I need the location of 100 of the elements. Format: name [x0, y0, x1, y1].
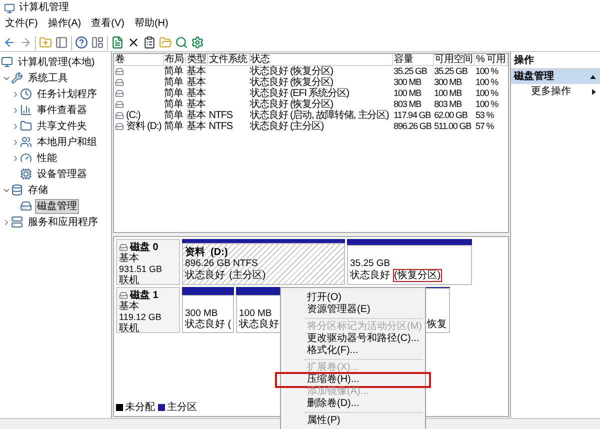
forward-icon[interactable]: [19, 36, 32, 49]
table-cell: 300 MB: [394, 77, 422, 87]
partition-bar: [182, 287, 234, 295]
context-menu-item[interactable]: 资源管理器(E): [277, 304, 429, 316]
partition-status: 状态良好 (: [185, 319, 232, 330]
computer-icon: [1, 56, 13, 68]
app-icon: [4, 2, 15, 14]
context-menu-item[interactable]: 属性(P): [277, 415, 429, 427]
action-item[interactable]: 磁盘管理: [511, 69, 600, 84]
partition-type: (主分区): [228, 269, 267, 282]
tree-item[interactable]: 事件查看器: [35, 102, 89, 118]
disk-type: 基本: [119, 253, 140, 264]
partition-size: 896.26 GB NTFS: [185, 258, 258, 269]
action-item[interactable]: 更多操作: [511, 84, 600, 99]
menu-item[interactable]: 文件(F): [2, 18, 41, 30]
disk-name: 磁盘 0: [130, 242, 158, 253]
window-title: 计算机管理: [19, 2, 69, 14]
disk-state: 联机: [119, 323, 140, 334]
table-cell: 简单: [164, 110, 184, 121]
drive-icon: [115, 78, 124, 87]
table-cell: 100 %: [476, 88, 498, 98]
partition-type: (恢复分区): [393, 269, 442, 282]
menu-item[interactable]: 帮助(H): [131, 18, 172, 30]
document-icon[interactable]: [111, 36, 124, 49]
context-menu-item[interactable]: 格式化(F)...: [277, 345, 429, 357]
tree-item[interactable]: 性能: [35, 150, 59, 166]
drive-icon: [115, 122, 124, 131]
submenu-arrow-icon: [592, 88, 596, 94]
table-cell: 100 MB: [434, 88, 462, 98]
legend-label: 主分区: [167, 402, 197, 413]
table-cell: 117.94 GB: [394, 110, 431, 120]
tree-item[interactable]: 系统工具: [26, 70, 70, 86]
tree-item[interactable]: 存储: [26, 182, 50, 198]
table-cell: 状态良好 (恢复分区): [250, 99, 334, 110]
tree-item[interactable]: 磁盘管理: [35, 198, 79, 214]
table-cell: 状态良好 (主分区): [250, 121, 324, 132]
table-cell: 基本: [186, 77, 206, 88]
table-cell: 基本: [186, 110, 206, 121]
users-icon: [20, 136, 32, 148]
table-cell: 35.25 GB: [394, 66, 427, 76]
menu-item[interactable]: 查看(V): [88, 18, 128, 30]
table-cell: 基本: [186, 121, 206, 132]
table-cell: 简单: [164, 66, 184, 77]
panel-icon[interactable]: [55, 36, 68, 49]
context-menu-item[interactable]: 打开(O): [277, 292, 429, 304]
tree-item[interactable]: 共享文件夹: [35, 118, 89, 134]
database-icon: [11, 184, 23, 196]
table-cell: 基本: [186, 66, 206, 77]
context-menu-item[interactable]: 删除卷(D)...: [277, 398, 429, 410]
panel-icon[interactable]: [91, 36, 104, 49]
disk-type: 基本: [119, 301, 140, 312]
context-menu-item[interactable]: 更改驱动器号和路径(C)...: [277, 333, 429, 345]
partition-status: 状态良好: [350, 270, 390, 281]
help-icon[interactable]: [75, 36, 88, 49]
partition-block[interactable]: 300 MB 状态良好 (: [182, 295, 234, 333]
partition-status: 状态良好: [185, 270, 225, 281]
table-cell: (C:): [126, 110, 140, 121]
folder-icon: [20, 120, 32, 132]
table-cell: 100 MB: [394, 88, 422, 98]
tree-item[interactable]: 设备管理器: [35, 166, 89, 182]
settings-icon[interactable]: [191, 36, 204, 49]
delete-icon[interactable]: [127, 36, 140, 49]
tree-item[interactable]: 本地用户和组: [35, 134, 99, 150]
disk-state: 联机: [119, 275, 140, 286]
disk-size: 931.51 GB: [119, 264, 164, 274]
table-cell: 资料 (D:): [126, 121, 162, 132]
drive-icon: [115, 111, 124, 120]
drive-icon: [115, 67, 124, 76]
context-menu-item[interactable]: 压缩卷(H)...: [277, 374, 429, 386]
partition-name: 资料 (D:): [185, 247, 228, 258]
collapse-triangle-icon: [590, 74, 596, 78]
drive-icon: [115, 89, 124, 98]
tree-item[interactable]: 任务计划程序: [35, 86, 99, 102]
gauge-icon: [20, 152, 32, 164]
column-header[interactable]: 布局: [163, 54, 186, 66]
partition-block[interactable]: 35.25 GB 状态良好 (恢复分区): [347, 245, 472, 285]
table-cell: 100 %: [476, 77, 498, 87]
tree-item[interactable]: 服务和应用程序: [26, 214, 100, 230]
table-cell: 803 MB: [394, 99, 422, 109]
table-cell: 300 MB: [434, 77, 462, 87]
table-cell: 状态良好 (恢复分区): [250, 77, 334, 88]
table-cell: 803 MB: [434, 99, 462, 109]
table-cell: 62.00 GB: [434, 110, 468, 120]
table-cell: 简单: [164, 121, 184, 132]
server-icon: [11, 216, 23, 228]
table-cell: 35.25 GB: [434, 66, 468, 76]
column-header[interactable]: % 可用: [474, 54, 508, 66]
table-cell: 简单: [164, 77, 184, 88]
search-icon[interactable]: [175, 36, 188, 49]
column-header[interactable]: 状态: [249, 54, 393, 66]
column-header[interactable]: 卷: [114, 54, 164, 66]
back-icon[interactable]: [3, 36, 16, 49]
table-cell: 511.00 GB: [434, 121, 472, 131]
tree-item[interactable]: 计算机管理(本地): [16, 54, 97, 70]
menu-item[interactable]: 操作(A): [44, 18, 84, 30]
table-cell: 896.26 GB: [394, 121, 432, 131]
partition-block[interactable]: 资料 (D:) 896.26 GB NTFS 状态良好 (主分区): [182, 243, 345, 285]
properties-icon[interactable]: [143, 36, 156, 49]
column-header[interactable]: 类型: [185, 54, 208, 66]
table-cell: 状态良好 (EFI 系统分区): [250, 88, 349, 99]
